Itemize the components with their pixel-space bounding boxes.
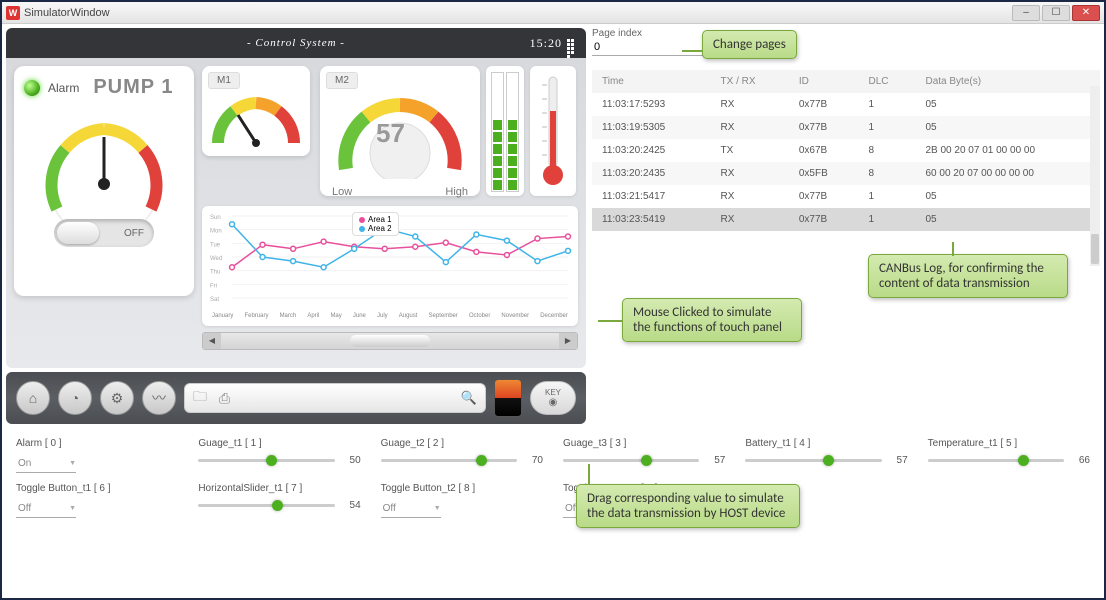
control-slider[interactable]: 50 xyxy=(198,455,360,466)
power-rocker-switch[interactable] xyxy=(494,379,522,417)
window-close-button[interactable]: ✕ xyxy=(1072,5,1100,21)
control-6: Toggle Button_t1 [ 6 ] Off▼ xyxy=(16,483,178,518)
grid-icon[interactable] xyxy=(566,38,576,48)
control-label: Alarm [ 0 ] xyxy=(16,438,178,449)
pump-title: PUMP 1 xyxy=(93,76,173,99)
canbus-log-table: Time TX / RX ID DLC Data Byte(s) 11:03:1… xyxy=(592,70,1100,231)
scroll-right-button[interactable]: ▶ xyxy=(559,333,577,349)
battery-bars xyxy=(486,66,524,196)
page-index-label: Page index xyxy=(592,28,1100,39)
table-row[interactable]: 11:03:21:5417RX0x77B105 xyxy=(592,185,1100,208)
control-label: Guage_t2 [ 2 ] xyxy=(381,438,543,449)
alarm-label: Alarm xyxy=(48,81,79,95)
window-titlebar: W SimulatorWindow – ☐ ✕ xyxy=(2,2,1104,24)
window-max-button[interactable]: ☐ xyxy=(1042,5,1070,21)
thermometer xyxy=(530,66,576,196)
toolbar: ⌂ ◔ ⚙ 〰 🗀 ⎙ 🔍 KEY ◉ xyxy=(6,372,586,424)
m1-tab: M1 xyxy=(208,72,240,89)
search-bar[interactable]: 🗀 ⎙ 🔍 xyxy=(184,383,486,413)
callout-canbus-log: CANBus Log, for confirming the content o… xyxy=(868,254,1068,298)
dashboard-header: - Control System - 15:20 xyxy=(6,28,586,58)
svg-text:Wed: Wed xyxy=(210,256,222,262)
callout-drag-value: Drag corresponding value to simulate the… xyxy=(576,484,800,528)
control-8: Toggle Button_t2 [ 8 ] Off▼ xyxy=(381,483,543,518)
control-slider[interactable]: 70 xyxy=(381,455,543,466)
log-scrollbar[interactable] xyxy=(1090,86,1100,266)
control-dropdown[interactable]: On▼ xyxy=(16,455,76,473)
chart-button[interactable]: 〰 xyxy=(142,381,176,415)
table-row[interactable]: 11:03:23:5419RX0x77B105 xyxy=(592,208,1100,231)
chart-legend: Area 1 Area 2 xyxy=(352,212,399,236)
toggle-knob xyxy=(57,222,99,244)
control-slider[interactable]: 66 xyxy=(928,455,1090,466)
svg-text:Sun: Sun xyxy=(210,215,221,221)
home-icon: ⌂ xyxy=(29,390,37,406)
control-dropdown[interactable]: Off▼ xyxy=(381,500,441,518)
print-icon[interactable]: ⎙ xyxy=(219,390,230,407)
control-slider[interactable]: 57 xyxy=(745,455,907,466)
gauge-m1: M1 xyxy=(202,66,310,156)
col-time: Time xyxy=(592,70,711,93)
pump-card: Alarm PUMP 1 ON OFF xyxy=(14,66,194,296)
chart-icon: 〰 xyxy=(152,388,166,408)
col-data: Data Byte(s) xyxy=(915,70,1100,93)
control-label: Toggle Button_t1 [ 6 ] xyxy=(16,483,178,494)
table-row[interactable]: 11:03:19:5305RX0x77B105 xyxy=(592,116,1100,139)
table-row[interactable]: 11:03:20:2435RX0x5FB860 00 20 07 00 00 0… xyxy=(592,162,1100,185)
svg-text:Sat: Sat xyxy=(210,297,219,303)
scroll-thumb[interactable] xyxy=(350,335,430,347)
control-label: Guage_t1 [ 1 ] xyxy=(198,438,360,449)
settings-button[interactable]: ⚙ xyxy=(100,381,134,415)
window-title: SimulatorWindow xyxy=(24,7,110,19)
pump-gauge xyxy=(29,109,179,209)
m2-low-label: Low xyxy=(332,186,352,198)
m2-high-label: High xyxy=(445,186,468,198)
search-icon[interactable]: 🔍 xyxy=(461,390,477,406)
control-label: HorizontalSlider_t1 [ 7 ] xyxy=(198,483,360,494)
table-row[interactable]: 11:03:20:2425TX0x67B82B 00 20 07 01 00 0… xyxy=(592,139,1100,162)
col-txrx: TX / RX xyxy=(711,70,789,93)
control-slider[interactable]: 54 xyxy=(198,500,360,511)
control-5: Temperature_t1 [ 5 ] 66 xyxy=(928,438,1090,473)
gear-icon: ⚙ xyxy=(111,390,124,407)
chart-scrollbar[interactable]: ◀ ▶ xyxy=(202,332,578,350)
control-2: Guage_t2 [ 2 ] 70 xyxy=(381,438,543,473)
control-7: HorizontalSlider_t1 [ 7 ] 54 xyxy=(198,483,360,518)
key-button[interactable]: KEY ◉ xyxy=(530,381,576,415)
col-id: ID xyxy=(789,70,859,93)
keyhole-icon: ◉ xyxy=(549,397,558,408)
folder-icon[interactable]: 🗀 xyxy=(193,386,207,410)
window-min-button[interactable]: – xyxy=(1012,5,1040,21)
m2-tab: M2 xyxy=(326,72,358,89)
gauge-button[interactable]: ◔ xyxy=(58,381,92,415)
svg-text:Thu: Thu xyxy=(210,270,220,276)
table-row[interactable]: 11:03:17:5293RX0x77B105 xyxy=(592,93,1100,116)
callout-mouse-click: Mouse Clicked to simulate the functions … xyxy=(622,298,802,342)
app-icon: W xyxy=(6,6,20,20)
scroll-left-button[interactable]: ◀ xyxy=(203,333,221,349)
control-0: Alarm [ 0 ] On▼ xyxy=(16,438,178,473)
alarm-led-icon xyxy=(24,80,40,96)
col-dlc: DLC xyxy=(859,70,916,93)
control-dropdown[interactable]: Off▼ xyxy=(16,500,76,518)
m2-value: 57 xyxy=(376,118,405,149)
callout-change-pages: Change pages xyxy=(702,30,797,59)
gauge-icon: ◔ xyxy=(71,390,79,406)
dashboard-clock: 15:20 xyxy=(530,36,576,51)
svg-text:Fri: Fri xyxy=(210,283,217,289)
control-4: Battery_t1 [ 4 ] 57 xyxy=(745,438,907,473)
home-button[interactable]: ⌂ xyxy=(16,381,50,415)
control-1: Guage_t1 [ 1 ] 50 xyxy=(198,438,360,473)
control-label: Guage_t3 [ 3 ] xyxy=(563,438,725,449)
control-label: Temperature_t1 [ 5 ] xyxy=(928,438,1090,449)
gauge-m2: M2 57 Low High xyxy=(320,66,480,196)
dashboard-title: - Control System - xyxy=(247,37,345,49)
control-label: Toggle Button_t2 [ 8 ] xyxy=(381,483,543,494)
control-label: Battery_t1 [ 4 ] xyxy=(745,438,907,449)
svg-text:Mon: Mon xyxy=(210,229,222,235)
line-chart: SunMonTueWedThuFriSat Area 1 Area 2 Janu… xyxy=(202,206,578,326)
pump-toggle[interactable]: ON OFF xyxy=(54,219,154,247)
svg-text:Tue: Tue xyxy=(210,242,221,248)
search-input[interactable] xyxy=(242,392,449,404)
